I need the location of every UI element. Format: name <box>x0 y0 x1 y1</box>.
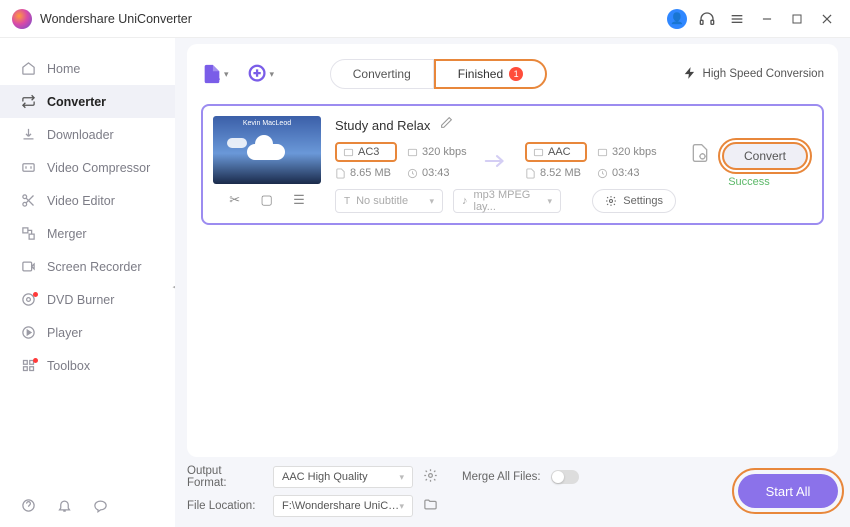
src-duration: 03:43 <box>407 167 469 179</box>
sidebar: Home Converter Downloader Video Compress… <box>0 38 175 527</box>
close-icon[interactable] <box>816 8 838 30</box>
file-location-dropdown[interactable]: F:\Wondershare UniConverter▾ <box>273 495 413 517</box>
sidebar-item-recorder[interactable]: Screen Recorder <box>0 250 175 283</box>
sidebar-label: Home <box>47 62 80 76</box>
home-icon <box>20 61 36 77</box>
menu-icon[interactable] <box>726 8 748 30</box>
subtitle-dropdown[interactable]: TNo subtitle▾ <box>335 189 443 213</box>
high-speed-toggle[interactable]: High Speed Conversion <box>683 66 824 83</box>
file-card: Kevin MacLeod ✂ ▢ ☰ Study and Relax <box>201 104 824 225</box>
toolbox-icon <box>20 358 36 374</box>
merge-label: Merge All Files: <box>462 471 541 483</box>
open-folder-icon[interactable] <box>423 497 438 515</box>
sidebar-item-home[interactable]: Home <box>0 52 175 85</box>
sidebar-item-compressor[interactable]: Video Compressor <box>0 151 175 184</box>
src-size: 8.65 MB <box>335 167 397 179</box>
sidebar-label: Screen Recorder <box>47 260 142 274</box>
dst-size: 8.52 MB <box>525 167 587 179</box>
sidebar-label: Merger <box>47 227 87 241</box>
output-format-dropdown[interactable]: AAC High Quality▾ <box>273 466 413 488</box>
output-settings-icon[interactable] <box>690 143 710 168</box>
sidebar-label: DVD Burner <box>47 293 114 307</box>
sidebar-label: Video Compressor <box>47 161 150 175</box>
convert-button[interactable]: Convert <box>722 142 808 170</box>
src-bitrate: 320 kbps <box>407 142 469 162</box>
sidebar-item-merger[interactable]: Merger <box>0 217 175 250</box>
file-location-label: File Location: <box>187 500 263 512</box>
bell-icon[interactable] <box>56 497 72 513</box>
compressor-icon <box>20 160 36 176</box>
user-avatar[interactable]: 👤 <box>666 8 688 30</box>
feedback-icon[interactable] <box>92 497 108 513</box>
crop-icon[interactable]: ▢ <box>260 192 272 208</box>
output-settings-gear[interactable] <box>423 468 438 486</box>
add-file-icon[interactable]: + <box>201 63 223 85</box>
help-icon[interactable] <box>20 497 36 513</box>
svg-text:+: + <box>214 74 220 85</box>
merger-icon <box>20 226 36 242</box>
sidebar-item-toolbox[interactable]: Toolbox <box>0 349 175 382</box>
sidebar-item-downloader[interactable]: Downloader <box>0 118 175 151</box>
sidebar-label: Player <box>47 326 82 340</box>
sidebar-item-player[interactable]: Player <box>0 316 175 349</box>
trim-icon[interactable]: ✂ <box>229 192 240 208</box>
file-title: Study and Relax <box>335 118 430 133</box>
add-file-chev[interactable]: ▾ <box>224 69 229 80</box>
app-logo <box>12 9 32 29</box>
sidebar-label: Downloader <box>47 128 114 142</box>
sidebar-item-dvd[interactable]: DVD Burner <box>0 283 175 316</box>
dst-bitrate: 320 kbps <box>597 142 659 162</box>
bolt-icon <box>683 66 697 83</box>
sidebar-item-converter[interactable]: Converter <box>0 85 175 118</box>
settings-button[interactable]: Settings <box>592 189 676 213</box>
finished-badge: 1 <box>509 67 523 81</box>
arrow-icon <box>483 151 511 171</box>
minimize-icon[interactable] <box>756 8 778 30</box>
src-format: AC3 <box>335 142 397 162</box>
add-folder-chev[interactable]: ▾ <box>270 69 275 80</box>
sidebar-item-editor[interactable]: Video Editor <box>0 184 175 217</box>
converter-icon <box>20 94 36 110</box>
add-folder-icon[interactable] <box>247 63 269 85</box>
merge-toggle[interactable] <box>551 470 579 484</box>
start-all-button[interactable]: Start All <box>738 474 838 508</box>
headset-icon[interactable] <box>696 8 718 30</box>
thumbnail[interactable]: Kevin MacLeod <box>213 116 321 184</box>
player-icon <box>20 325 36 341</box>
audio-preset-dropdown[interactable]: ♪mp3 MPEG lay...▾ <box>453 189 561 213</box>
maximize-icon[interactable] <box>786 8 808 30</box>
tab-finished[interactable]: Finished1 <box>434 59 547 89</box>
scissors-icon <box>20 193 36 209</box>
dst-format: AAC <box>525 142 587 162</box>
effect-icon[interactable]: ☰ <box>293 192 305 208</box>
output-format-label: Output Format: <box>187 465 263 489</box>
tab-converting[interactable]: Converting <box>330 59 434 89</box>
rename-icon[interactable] <box>440 116 453 134</box>
app-title: Wondershare UniConverter <box>40 12 192 26</box>
status-text: Success <box>728 176 770 188</box>
recorder-icon <box>20 259 36 275</box>
sidebar-label: Converter <box>47 95 106 109</box>
dvd-icon <box>20 292 36 308</box>
download-icon <box>20 127 36 143</box>
thumb-author: Kevin MacLeod <box>213 120 321 127</box>
sidebar-label: Toolbox <box>47 359 90 373</box>
dst-duration: 03:43 <box>597 167 659 179</box>
sidebar-label: Video Editor <box>47 194 115 208</box>
